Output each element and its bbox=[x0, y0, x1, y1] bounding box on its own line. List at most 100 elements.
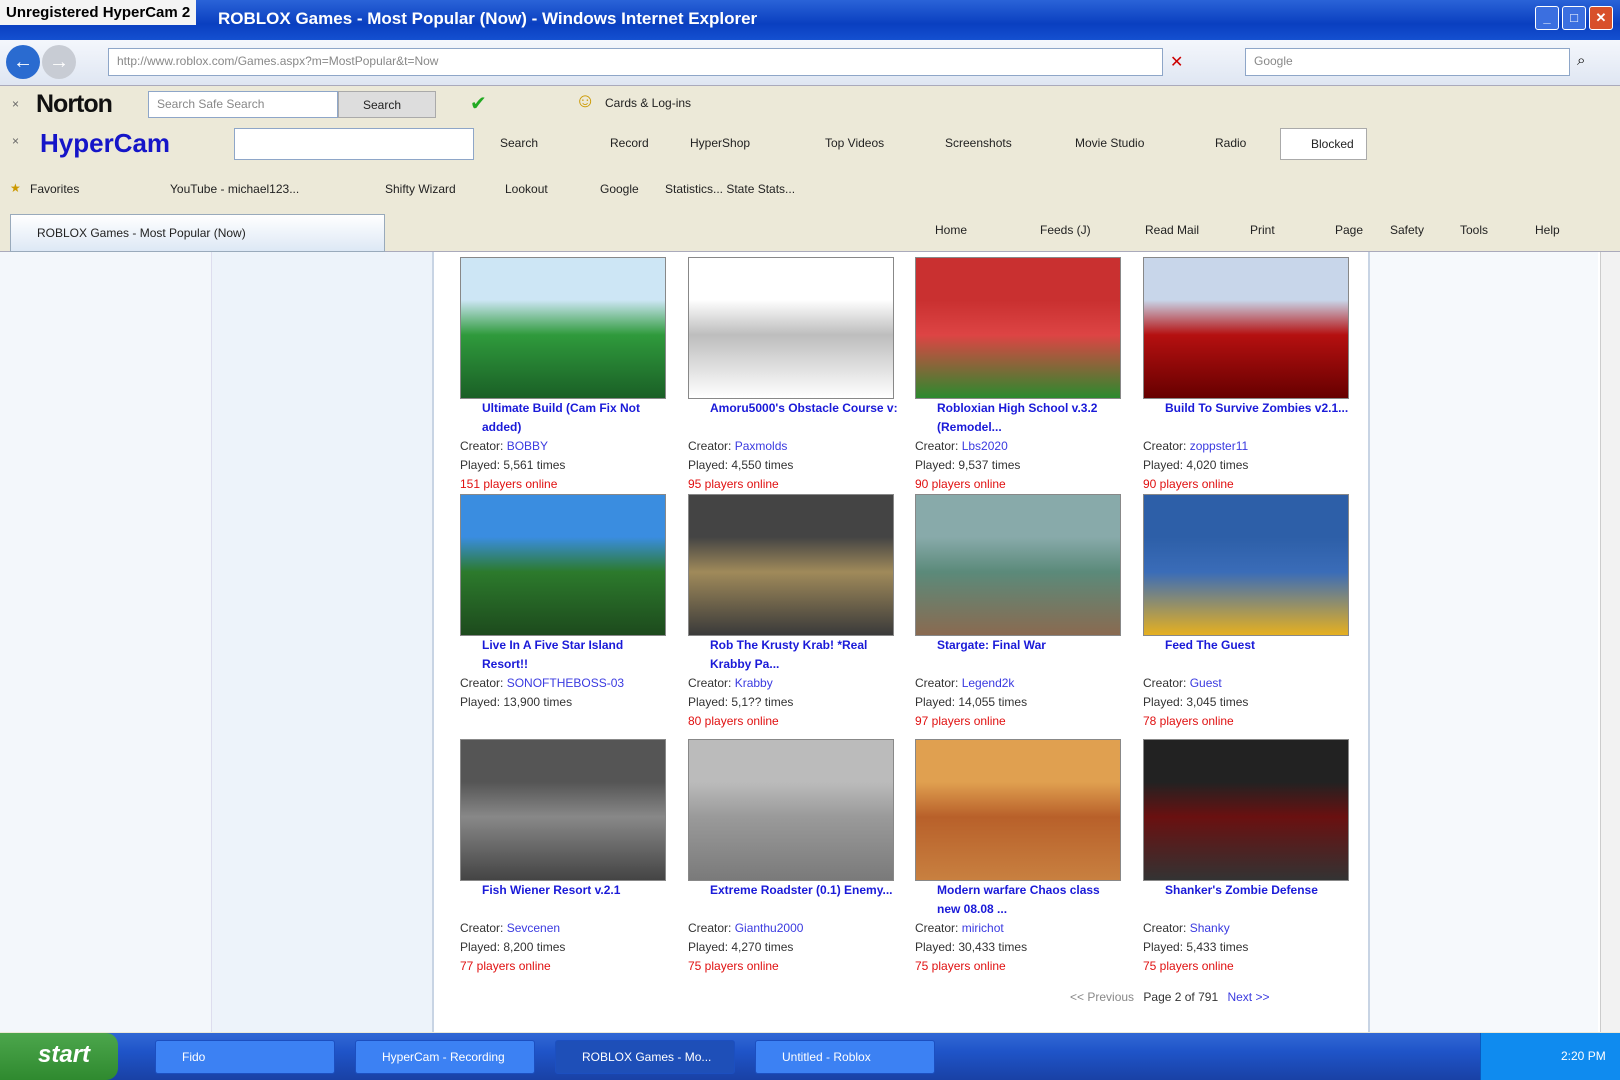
cmd-safety[interactable]: Safety bbox=[1390, 223, 1424, 237]
game-card: Amoru5000's Obstacle Course v: Creator: … bbox=[688, 257, 898, 494]
game-thumbnail[interactable] bbox=[460, 257, 666, 399]
game-title-link[interactable]: Feed The Guest bbox=[1143, 636, 1353, 674]
game-thumbnail[interactable] bbox=[688, 739, 894, 881]
game-title-link[interactable]: Build To Survive Zombies v2.1... bbox=[1143, 399, 1353, 437]
creator-link[interactable]: Sevcenen bbox=[507, 921, 560, 935]
stop-icon[interactable]: ✕ bbox=[1170, 52, 1183, 72]
creator-label: Creator: bbox=[915, 676, 959, 690]
cmd-page[interactable]: Page bbox=[1335, 223, 1363, 237]
game-thumbnail[interactable] bbox=[915, 739, 1121, 881]
game-title-link[interactable]: Shanker's Zombie Defense bbox=[1143, 881, 1353, 919]
favorites-button[interactable]: Favorites bbox=[30, 182, 79, 196]
url-input[interactable]: http://www.roblox.com/Games.aspx?m=MostP… bbox=[108, 48, 1163, 76]
game-thumbnail[interactable] bbox=[688, 257, 894, 399]
norton-toolbar: × Norton Search Safe Search Search ✔ ☺ C… bbox=[0, 88, 1620, 122]
start-button[interactable]: start bbox=[0, 1033, 118, 1080]
creator-link[interactable]: Legend2k bbox=[962, 676, 1015, 690]
creator-link[interactable]: zoppster11 bbox=[1190, 439, 1248, 453]
game-title-link[interactable]: Live In A Five Star Island Resort!! bbox=[460, 636, 670, 674]
hypercam-search[interactable]: Search bbox=[500, 136, 538, 150]
taskbar-item[interactable]: Untitled - Roblox bbox=[755, 1040, 935, 1074]
search-icon[interactable]: ⌕ bbox=[1577, 52, 1585, 69]
hypercam-screenshots[interactable]: Screenshots bbox=[945, 136, 1012, 150]
tab-active[interactable]: ROBLOX Games - Most Popular (Now) bbox=[10, 214, 385, 252]
cards-logins-button[interactable]: Cards & Log-ins bbox=[605, 96, 691, 110]
pager-previous[interactable]: << Previous bbox=[1070, 990, 1134, 1004]
creator-link[interactable]: SONOFTHEBOSS-03 bbox=[507, 676, 624, 690]
norton-search-input[interactable]: Search Safe Search bbox=[148, 91, 338, 118]
forward-icon[interactable]: → bbox=[42, 45, 76, 79]
close-toolbar-icon[interactable]: × bbox=[12, 97, 19, 111]
played-label: Played: bbox=[688, 940, 729, 954]
played-label: Played: bbox=[688, 458, 729, 472]
back-icon[interactable]: ← bbox=[6, 45, 40, 79]
game-thumbnail[interactable] bbox=[915, 494, 1121, 636]
norton-search-button[interactable]: Search bbox=[338, 91, 436, 118]
game-title-link[interactable]: Amoru5000's Obstacle Course v: bbox=[688, 399, 898, 437]
game-thumbnail[interactable] bbox=[1143, 739, 1349, 881]
played-label: Played: bbox=[688, 695, 729, 709]
cmd-home[interactable]: Home bbox=[935, 223, 967, 237]
cmd-tools[interactable]: Tools bbox=[1460, 223, 1488, 237]
maximize-button[interactable]: □ bbox=[1562, 6, 1586, 30]
search-input[interactable]: Google bbox=[1245, 48, 1570, 76]
game-title-link[interactable]: Stargate: Final War bbox=[915, 636, 1125, 674]
creator-link[interactable]: Shanky bbox=[1190, 921, 1230, 935]
creator-label: Creator: bbox=[460, 439, 504, 453]
game-thumbnail[interactable] bbox=[688, 494, 894, 636]
game-title-link[interactable]: Modern warfare Chaos class new 08.08 ... bbox=[915, 881, 1125, 919]
played-count: 30,433 times bbox=[958, 940, 1028, 954]
game-thumbnail[interactable] bbox=[1143, 494, 1349, 636]
creator-link[interactable]: BOBBY bbox=[507, 439, 548, 453]
played-label: Played: bbox=[915, 695, 956, 709]
cmd-print[interactable]: Print bbox=[1250, 223, 1275, 237]
cmd-feeds[interactable]: Feeds (J) bbox=[1040, 223, 1091, 237]
cmd-help[interactable]: Help bbox=[1535, 223, 1560, 237]
taskbar: start Fido HyperCam - Recording ROBLOX G… bbox=[0, 1033, 1620, 1080]
game-title-link[interactable]: Robloxian High School v.3.2 (Remodel... bbox=[915, 399, 1125, 437]
hypercam-radio[interactable]: Radio bbox=[1215, 136, 1246, 150]
taskbar-item[interactable]: HyperCam - Recording bbox=[355, 1040, 535, 1074]
hypercam-search-combo[interactable] bbox=[234, 128, 474, 160]
close-button[interactable]: ✕ bbox=[1589, 6, 1613, 30]
fav-link[interactable]: Statistics... State Stats... bbox=[665, 182, 795, 196]
page-content: Ultimate Build (Cam Fix Not added) Creat… bbox=[0, 252, 1620, 1032]
players-online: 78 players online bbox=[1143, 714, 1234, 728]
creator-link[interactable]: Guest bbox=[1190, 676, 1222, 690]
game-title-link[interactable]: Fish Wiener Resort v.2.1 bbox=[460, 881, 670, 919]
game-title-link[interactable]: Rob The Krusty Krab! *Real Krabby Pa... bbox=[688, 636, 898, 674]
creator-link[interactable]: Paxmolds bbox=[735, 439, 788, 453]
safe-check-icon[interactable]: ✔ bbox=[470, 91, 487, 116]
played-label: Played: bbox=[915, 940, 956, 954]
pager-next[interactable]: Next >> bbox=[1227, 990, 1269, 1004]
creator-link[interactable]: Krabby bbox=[735, 676, 773, 690]
hypercam-blocked[interactable]: Blocked bbox=[1280, 128, 1367, 160]
game-thumbnail[interactable] bbox=[460, 494, 666, 636]
played-label: Played: bbox=[1143, 940, 1184, 954]
cmd-read-mail[interactable]: Read Mail bbox=[1145, 223, 1199, 237]
taskbar-item-active[interactable]: ROBLOX Games - Mo... bbox=[555, 1040, 735, 1074]
fav-link[interactable]: YouTube - michael123... bbox=[170, 182, 299, 196]
game-title-link[interactable]: Ultimate Build (Cam Fix Not added) bbox=[460, 399, 670, 437]
hypercam-record[interactable]: Record bbox=[610, 136, 649, 150]
taskbar-item[interactable]: Fido bbox=[155, 1040, 335, 1074]
vertical-scrollbar[interactable] bbox=[1600, 252, 1620, 1032]
game-title-link[interactable]: Extreme Roadster (0.1) Enemy... bbox=[688, 881, 898, 919]
creator-label: Creator: bbox=[688, 439, 732, 453]
close-toolbar-icon[interactable]: × bbox=[12, 134, 19, 148]
favorites-star-icon: ★ bbox=[10, 181, 21, 195]
address-bar-row: ← → http://www.roblox.com/Games.aspx?m=M… bbox=[0, 40, 1620, 86]
creator-link[interactable]: Gianthu2000 bbox=[735, 921, 804, 935]
minimize-button[interactable]: _ bbox=[1535, 6, 1559, 30]
fav-link[interactable]: Shifty Wizard bbox=[385, 182, 456, 196]
creator-link[interactable]: Lbs2020 bbox=[962, 439, 1008, 453]
game-thumbnail[interactable] bbox=[915, 257, 1121, 399]
game-thumbnail[interactable] bbox=[460, 739, 666, 881]
game-thumbnail[interactable] bbox=[1143, 257, 1349, 399]
creator-link[interactable]: mirichot bbox=[962, 921, 1004, 935]
fav-link[interactable]: Google bbox=[600, 182, 639, 196]
hypercam-top-videos[interactable]: Top Videos bbox=[825, 136, 884, 150]
hypercam-hypershop[interactable]: HyperShop bbox=[690, 136, 750, 150]
fav-link[interactable]: Lookout bbox=[505, 182, 548, 196]
hypercam-movie-studio[interactable]: Movie Studio bbox=[1075, 136, 1144, 150]
